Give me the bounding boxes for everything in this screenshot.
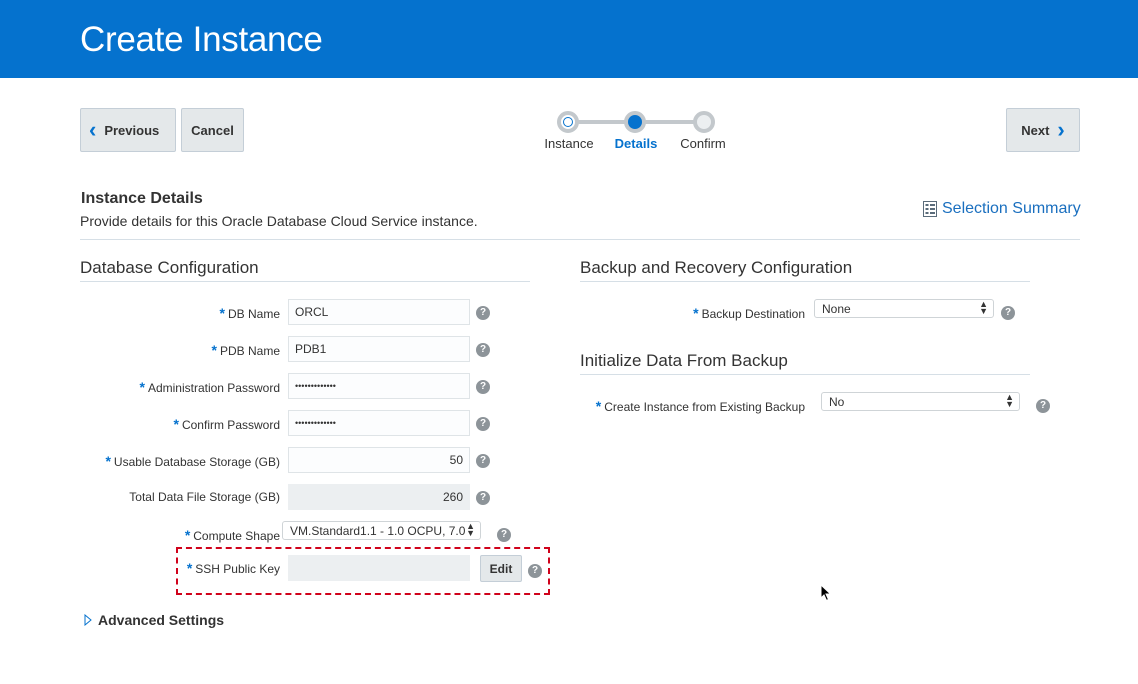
- required-marker: *: [105, 453, 111, 469]
- help-icon[interactable]: ?: [476, 380, 490, 394]
- help-icon[interactable]: ?: [497, 528, 511, 542]
- pdb-name-label: * PDB Name: [212, 342, 280, 358]
- required-marker: *: [184, 527, 191, 543]
- pdb-name-input[interactable]: PDB1: [288, 336, 470, 362]
- chevron-right-icon: ›: [1057, 117, 1065, 142]
- help-icon[interactable]: ?: [476, 491, 490, 505]
- mouse-cursor-icon: [820, 584, 832, 602]
- confirm-password-label: * Confirm Password: [174, 416, 280, 432]
- page-header: Create Instance: [0, 0, 1138, 78]
- checklist-icon: [923, 201, 937, 217]
- train-stop-details: [624, 111, 646, 133]
- selection-summary-link[interactable]: Selection Summary: [923, 200, 1081, 218]
- backup-destination-value: None: [822, 302, 851, 316]
- chevron-left-icon: ‹: [89, 117, 97, 142]
- instance-details-title: Instance Details: [81, 190, 203, 207]
- db-config-divider: [80, 281, 530, 282]
- ssh-edit-button-label: Edit: [489, 561, 513, 576]
- help-icon[interactable]: ?: [1036, 399, 1050, 413]
- usable-storage-label-text: Usable Database Storage (GB): [113, 455, 280, 469]
- help-icon[interactable]: ?: [476, 343, 490, 357]
- required-marker: *: [173, 416, 179, 432]
- train-stop-confirm: [693, 111, 715, 133]
- db-name-label-text: DB Name: [227, 307, 280, 321]
- compute-shape-label-text: Compute Shape: [193, 529, 280, 543]
- ssh-key-label: * SSH Public Key: [187, 560, 280, 576]
- compute-shape-select[interactable]: VM.Standard1.1 - 1.0 OCPU, 7.0 ▲ ▼: [282, 521, 481, 540]
- required-marker: *: [595, 398, 602, 414]
- backup-destination-select[interactable]: None ▲ ▼: [814, 299, 994, 318]
- required-marker: *: [211, 342, 217, 358]
- select-arrows-icon: ▲ ▼: [979, 299, 988, 316]
- confirm-password-label-text: Confirm Password: [181, 418, 280, 432]
- next-button-label: Next: [1021, 122, 1050, 138]
- backup-destination-label: * Backup Destination: [693, 305, 805, 321]
- advanced-settings-label: Advanced Settings: [98, 612, 225, 628]
- init-backup-divider: [580, 374, 1030, 375]
- required-marker: *: [693, 305, 699, 321]
- required-marker: *: [139, 379, 145, 395]
- previous-button-label: Previous: [104, 122, 160, 138]
- create-from-backup-label-text: Create Instance from Existing Backup: [604, 400, 805, 414]
- disclosure-triangle-icon: [84, 614, 92, 626]
- create-from-backup-value: No: [829, 395, 845, 409]
- help-icon[interactable]: ?: [476, 417, 490, 431]
- train-label-confirm: Confirm: [680, 136, 726, 151]
- instance-details-description: Provide details for this Oracle Database…: [80, 213, 478, 229]
- select-arrows-icon: ▲ ▼: [466, 521, 475, 538]
- create-from-backup-label: * Create Instance from Existing Backup: [596, 398, 805, 414]
- selection-summary-label: Selection Summary: [942, 200, 1081, 217]
- divider: [80, 239, 1080, 240]
- total-storage-label: Total Data File Storage (GB): [129, 490, 280, 504]
- total-storage-value: 260: [288, 484, 470, 510]
- usable-storage-input[interactable]: 50: [288, 447, 470, 473]
- admin-password-label-text: Administration Password: [147, 381, 280, 395]
- select-arrows-icon: ▲ ▼: [1005, 392, 1014, 409]
- compute-shape-label: * Compute Shape: [185, 527, 280, 543]
- pdb-name-label-text: PDB Name: [219, 344, 280, 358]
- next-button[interactable]: Next ›: [1006, 108, 1080, 152]
- help-icon[interactable]: ?: [1001, 306, 1015, 320]
- usable-storage-label: * Usable Database Storage (GB): [105, 453, 280, 469]
- init-backup-title: Initialize Data From Backup: [580, 351, 788, 370]
- page-title: Create Instance: [80, 20, 323, 59]
- ssh-edit-button[interactable]: Edit: [480, 555, 522, 582]
- help-icon[interactable]: ?: [528, 564, 542, 578]
- help-icon[interactable]: ?: [476, 454, 490, 468]
- backup-config-title: Backup and Recovery Configuration: [580, 258, 853, 277]
- compute-shape-value: VM.Standard1.1 - 1.0 OCPU, 7.0: [290, 524, 466, 538]
- required-marker: *: [186, 560, 193, 576]
- create-from-backup-select[interactable]: No ▲ ▼: [821, 392, 1020, 411]
- cancel-button-label: Cancel: [191, 122, 234, 138]
- required-marker: *: [219, 305, 225, 321]
- confirm-password-input[interactable]: •••••••••••••: [288, 410, 470, 436]
- advanced-settings-toggle[interactable]: Advanced Settings: [84, 612, 224, 628]
- train-stop-instance[interactable]: [557, 111, 579, 133]
- ssh-key-value: [288, 555, 470, 581]
- backup-config-divider: [580, 281, 1030, 282]
- previous-button[interactable]: ‹ Previous: [80, 108, 176, 152]
- backup-destination-label-text: Backup Destination: [701, 307, 805, 321]
- db-name-input[interactable]: ORCL: [288, 299, 470, 325]
- db-name-label: * DB Name: [220, 305, 280, 321]
- db-config-title: Database Configuration: [80, 258, 259, 277]
- help-icon[interactable]: ?: [476, 306, 490, 320]
- admin-password-input[interactable]: •••••••••••••: [288, 373, 470, 399]
- ssh-key-label-text: SSH Public Key: [195, 562, 280, 576]
- admin-password-label: * Administration Password: [139, 379, 280, 395]
- cancel-button[interactable]: Cancel: [181, 108, 244, 152]
- visited-ring-icon: [563, 117, 573, 127]
